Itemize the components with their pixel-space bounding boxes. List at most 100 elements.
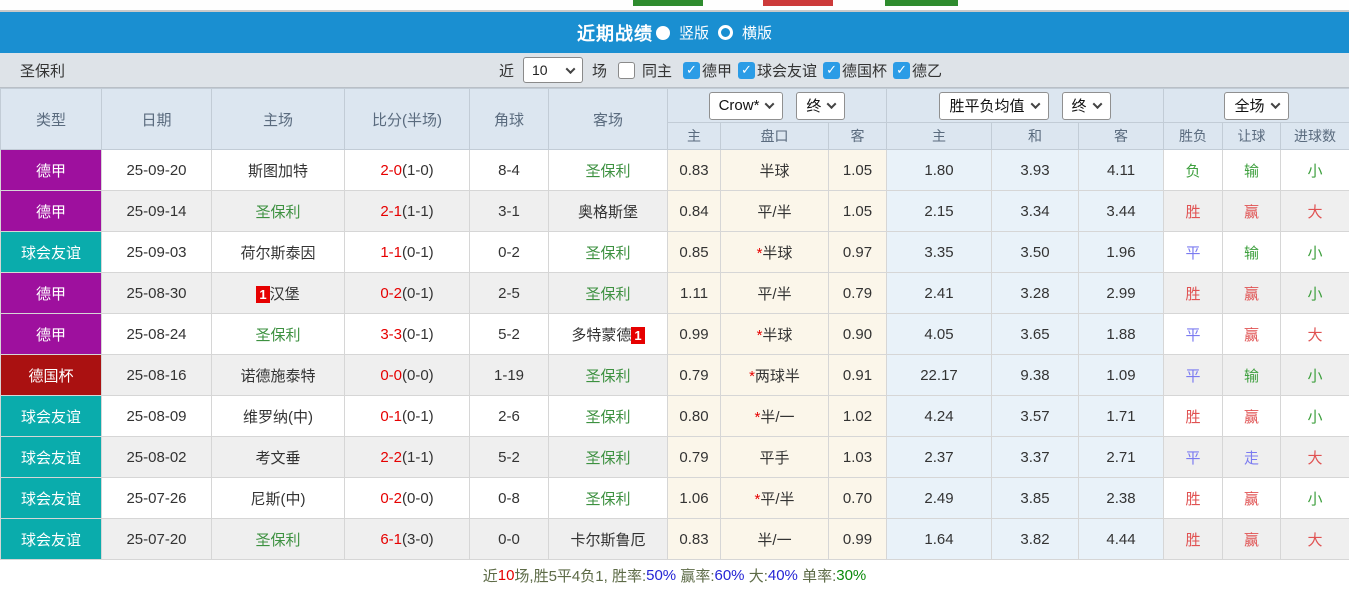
vertical-layout-label[interactable]: 竖版 (679, 22, 709, 43)
corner-cell: 2-5 (469, 272, 549, 314)
away-team-cell: 圣保利 (548, 436, 668, 478)
col-header-date: 日期 (101, 88, 212, 150)
result-handicap-cell: 赢 (1222, 477, 1281, 519)
away-team-cell: 多特蒙德 1 (548, 313, 668, 355)
odds-away-cell: 0.91 (828, 354, 887, 396)
avg-home-cell: 22.17 (886, 354, 992, 396)
horizontal-layout-radio[interactable] (718, 25, 733, 40)
date-cell: 25-07-20 (101, 518, 212, 560)
avg-home-cell: 2.37 (886, 436, 992, 478)
result-handicap-cell: 走 (1222, 436, 1281, 478)
avg-away-cell: 4.44 (1078, 518, 1164, 560)
date-cell: 25-08-16 (101, 354, 212, 396)
odds-away-cell: 1.03 (828, 436, 887, 478)
top-tab-fragment[interactable] (763, 0, 833, 6)
score-cell: 2-2(1-1) (344, 436, 470, 478)
home-team-name: 圣保利 (255, 203, 301, 221)
home-team-cell: 荷尔斯泰因 (211, 231, 345, 273)
result-outcome-cell: 胜 (1163, 190, 1223, 232)
odds-home-cell: 0.79 (667, 436, 721, 478)
handicap-name: 半球 (762, 244, 793, 262)
handicap-cell: 半球 (720, 149, 829, 191)
odds-away-cell: 1.05 (828, 149, 887, 191)
corner-cell: 8-4 (469, 149, 549, 191)
avg-draw-cell: 3.34 (991, 190, 1079, 232)
corner-cell: 3-1 (469, 190, 549, 232)
type-cell: 球会友谊 (0, 436, 102, 478)
score-cell: 0-2(0-1) (344, 272, 470, 314)
stat-segment: 赢率: (676, 567, 715, 585)
date-cell: 25-09-14 (101, 190, 212, 232)
avg-type-dropdown[interactable]: 胜平负均值 (939, 91, 1049, 120)
match-count-select[interactable]: 10 (522, 57, 583, 83)
stat-segment: 50% (646, 566, 677, 584)
result-outcome-cell: 胜 (1163, 272, 1223, 314)
date-cell: 25-08-02 (101, 436, 212, 478)
same-home-label[interactable]: 同主 (642, 60, 672, 81)
league-label[interactable]: 德国杯 (842, 60, 887, 81)
league-label[interactable]: 德甲 (702, 60, 732, 81)
avg-draw-cell: 3.28 (991, 272, 1079, 314)
filter-group: 近 10 场 同主 ✓ 德甲 ✓ 球会友谊 ✓ 德国杯 ✓ 德乙 (407, 57, 942, 83)
handicap-cell: *半球 (720, 231, 829, 273)
odds-home-cell: 0.80 (667, 395, 721, 437)
league-checkbox[interactable]: ✓ (823, 61, 841, 79)
top-tab-fragment[interactable] (885, 0, 958, 6)
avg-away-cell: 2.99 (1078, 272, 1164, 314)
result-handicap-cell: 输 (1222, 354, 1281, 396)
odds-away-cell: 0.79 (828, 272, 887, 314)
table-row: 德甲 25-09-14 圣保利 2-1(1-1) 3-1 奥格斯堡 0.84 平… (0, 190, 1349, 232)
result-outcome-cell: 胜 (1163, 477, 1223, 519)
odds-away-cell: 0.99 (828, 518, 887, 560)
result-outcome-cell: 负 (1163, 149, 1223, 191)
league-checkbox[interactable]: ✓ (738, 61, 755, 79)
corner-cell: 2-6 (469, 395, 549, 437)
odds-dropdowns-cell: Crow* 终 (667, 88, 887, 123)
avg-stage-dropdown[interactable]: 终 (1061, 91, 1111, 120)
home-team-cell: 圣保利 (211, 190, 345, 232)
away-team-name: 多特蒙德 (571, 326, 632, 344)
date-cell: 25-08-09 (101, 395, 212, 437)
corner-cell: 0-0 (469, 518, 549, 560)
result-handicap-cell: 赢 (1222, 395, 1281, 437)
result-goals-cell: 小 (1280, 477, 1349, 519)
score-cell: 2-1(1-1) (344, 190, 470, 232)
scope-dropdown[interactable]: 全场 (1224, 91, 1289, 120)
stat-segment: 胜率: (611, 567, 647, 585)
stat-segment: 40% (767, 566, 798, 584)
handicap-cell: 平/半 (720, 190, 829, 232)
away-team-cell: 圣保利 (548, 231, 668, 273)
rank-badge: 1 (256, 285, 270, 303)
team-name: 圣保利 (20, 62, 66, 80)
title-bar: 近期战绩 竖版 横版 (0, 12, 1349, 53)
avg-home-cell: 2.49 (886, 477, 992, 519)
odds-company-dropdown[interactable]: Crow* (708, 91, 784, 120)
avg-draw-cell: 3.82 (991, 518, 1079, 560)
col-header-away: 客场 (548, 88, 668, 150)
avg-draw-cell: 3.50 (991, 231, 1079, 273)
vertical-layout-radio[interactable] (655, 25, 670, 40)
league-checkbox[interactable]: ✓ (682, 61, 700, 79)
score-cell: 6-1(3-0) (344, 518, 470, 560)
halftime-score: (0-0) (402, 366, 434, 384)
home-team-name: 圣保利 (255, 326, 301, 344)
halftime-score: (0-1) (402, 284, 434, 302)
odds-away-cell: 0.70 (828, 477, 887, 519)
top-tab-fragment[interactable] (633, 0, 703, 6)
league-label[interactable]: 球会友谊 (757, 60, 817, 81)
corner-cell: 0-8 (469, 477, 549, 519)
odds-stage-dropdown[interactable]: 终 (796, 91, 846, 120)
handicap-name: 半/一 (757, 531, 792, 549)
league-label[interactable]: 德乙 (912, 60, 942, 81)
table-row: 德国杯 25-08-16 诺德施泰特 0-0(0-0) 1-19 圣保利 0.7… (0, 354, 1349, 396)
handicap-cell: *半/一 (720, 395, 829, 437)
chevron-down-icon (1030, 99, 1040, 110)
same-home-checkbox[interactable] (617, 61, 635, 79)
result-outcome-cell: 平 (1163, 313, 1223, 355)
halftime-score: (0-1) (402, 325, 434, 343)
home-team-cell: 诺德施泰特 (211, 354, 345, 396)
handicap-cell: 平/半 (720, 272, 829, 314)
horizontal-layout-label[interactable]: 横版 (742, 22, 772, 43)
chevron-down-icon (1092, 99, 1102, 110)
league-checkbox[interactable]: ✓ (893, 61, 911, 79)
